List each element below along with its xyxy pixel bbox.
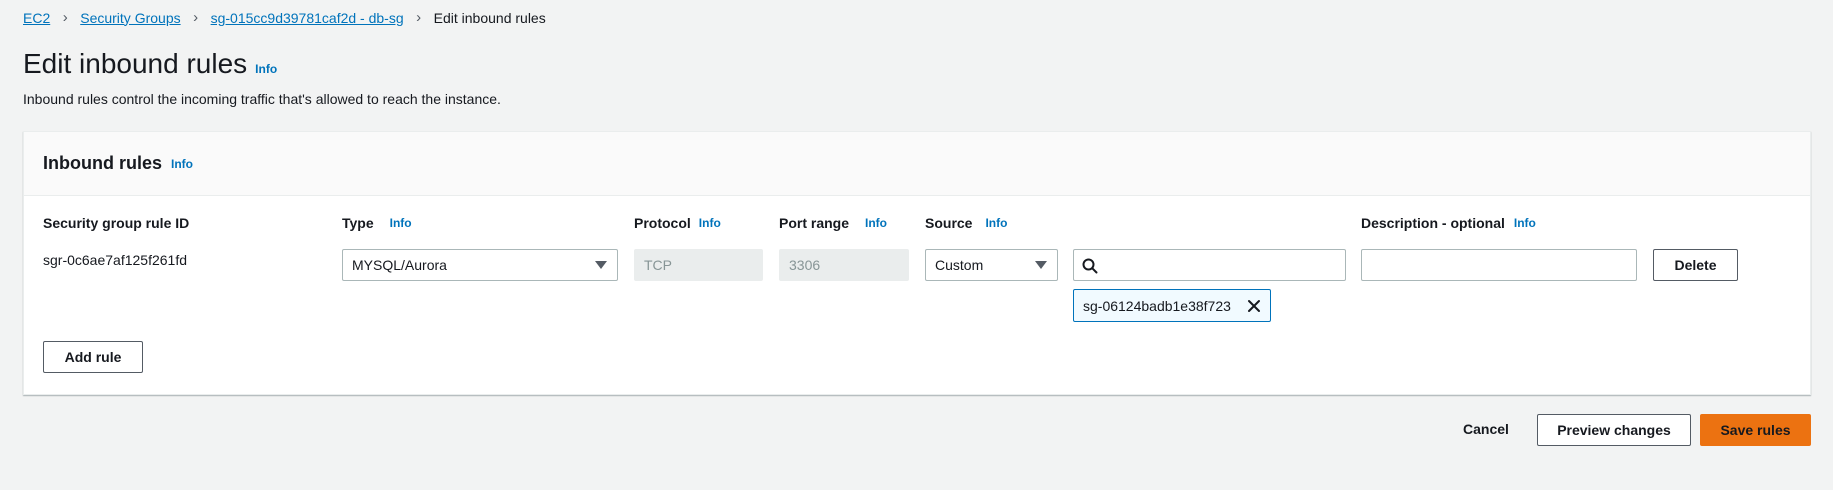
port-range-value: 3306	[789, 257, 821, 273]
protocol-info-link[interactable]: Info	[699, 216, 721, 230]
column-label-source: Source	[925, 215, 973, 231]
breadcrumb-security-group[interactable]: sg-015cc9d39781caf2d - db-sg	[211, 10, 404, 26]
description-info-link[interactable]: Info	[1514, 216, 1536, 230]
description-input[interactable]	[1361, 249, 1637, 281]
column-label-description: Description - optional	[1361, 215, 1505, 231]
port-range-info-link[interactable]: Info	[865, 216, 887, 230]
page-title: Edit inbound rules	[23, 48, 248, 79]
source-search-input[interactable]	[1073, 249, 1346, 281]
panel-header: Inbound rules Info	[24, 132, 1810, 196]
source-select-value: Custom	[935, 257, 984, 273]
preview-changes-button[interactable]: Preview changes	[1537, 414, 1691, 446]
column-header-port-range: Port range Info	[779, 215, 887, 231]
column-label-port-range: Port range	[779, 215, 850, 231]
column-label-rule-id: Security group rule ID	[43, 215, 190, 231]
close-icon[interactable]	[1246, 298, 1262, 314]
search-icon	[1082, 258, 1098, 274]
breadcrumb-ec2[interactable]: EC2	[23, 10, 50, 26]
column-header-source: Source Info	[925, 215, 1007, 231]
cancel-button[interactable]: Cancel	[1463, 421, 1509, 437]
chevron-right-icon: ›	[416, 9, 422, 26]
inbound-rules-panel: Inbound rules Info Security group rule I…	[23, 131, 1811, 395]
source-token-label: sg-06124badb1e38f723	[1083, 297, 1231, 314]
type-info-link[interactable]: Info	[390, 216, 412, 230]
delete-rule-button[interactable]: Delete	[1653, 249, 1738, 281]
breadcrumb-security-groups[interactable]: Security Groups	[80, 10, 180, 26]
protocol-field: TCP	[634, 249, 763, 281]
save-rules-button[interactable]: Save rules	[1700, 414, 1811, 446]
protocol-value: TCP	[644, 257, 672, 273]
type-select[interactable]: MYSQL/Aurora	[342, 249, 618, 281]
page-header: Edit inbound rules Info	[23, 48, 277, 80]
column-label-type: Type	[342, 215, 374, 231]
column-label-protocol: Protocol	[634, 215, 691, 231]
page-description: Inbound rules control the incoming traff…	[23, 91, 501, 107]
caret-down-icon	[595, 261, 607, 269]
page-info-link[interactable]: Info	[255, 62, 277, 76]
add-rule-button[interactable]: Add rule	[43, 341, 143, 373]
caret-down-icon	[1035, 261, 1047, 269]
source-info-link[interactable]: Info	[985, 216, 1007, 230]
panel-info-link[interactable]: Info	[171, 157, 193, 171]
rule-id-value: sgr-0c6ae7af125f261fd	[43, 252, 187, 268]
column-header-protocol: Protocol Info	[634, 215, 721, 231]
port-range-field: 3306	[779, 249, 909, 281]
breadcrumb-current: Edit inbound rules	[433, 9, 546, 26]
chevron-right-icon: ›	[62, 9, 68, 26]
type-select-value: MYSQL/Aurora	[352, 257, 447, 273]
panel-title: Inbound rules	[43, 153, 162, 173]
chevron-right-icon: ›	[193, 9, 199, 26]
source-select[interactable]: Custom	[925, 249, 1058, 281]
breadcrumb: EC2 › Security Groups › sg-015cc9d39781c…	[23, 9, 546, 26]
source-token: sg-06124badb1e38f723	[1073, 289, 1271, 322]
column-header-rule-id: Security group rule ID	[43, 215, 189, 231]
column-header-type: Type Info	[342, 215, 412, 231]
column-header-description: Description - optional Info	[1361, 215, 1536, 231]
